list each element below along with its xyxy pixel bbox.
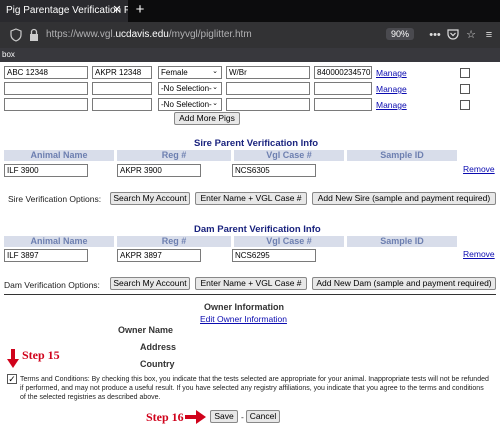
arrow-down-icon [7, 349, 19, 368]
pig-sex-select[interactable]: Female ⌄ [158, 66, 222, 79]
owner-name-label: Owner Name [118, 325, 174, 335]
sire-name-input[interactable]: ILF 3900 [4, 164, 88, 177]
pig-tag-input[interactable]: 840000234570 [314, 66, 372, 79]
owner-address-label: Address [140, 342, 177, 352]
tab-active[interactable]: Pig Parentage Verification Form ✕ [0, 0, 128, 22]
dam-col-reg: Reg # [117, 236, 231, 247]
dam-col-animal-name: Animal Name [4, 236, 114, 247]
owner-section-title: Owner Information [204, 302, 285, 312]
cancel-button[interactable]: Cancel [246, 410, 280, 423]
chevron-down-icon: ⌄ [212, 68, 218, 75]
pig-select-checkbox[interactable] [460, 84, 470, 94]
pig-id-input[interactable] [4, 98, 88, 111]
sire-section-title: Sire Parent Verification Info [194, 138, 319, 149]
step16-annotation: Step 16 [146, 410, 184, 424]
manage-link[interactable]: Manage [376, 84, 407, 94]
url-prefix: https://www.vgl. [46, 29, 116, 40]
section-divider [4, 294, 496, 295]
star-icon[interactable]: ☆ [464, 28, 478, 42]
terms-checkbox[interactable]: ✓ [7, 374, 17, 384]
arrow-right-icon [185, 410, 206, 424]
manage-link[interactable]: Manage [376, 100, 407, 110]
dam-case-input[interactable]: NCS6295 [232, 249, 316, 262]
dam-name-input[interactable]: ILF 3897 [4, 249, 88, 262]
close-icon[interactable]: ✕ [110, 3, 124, 17]
pig-tag-input[interactable] [314, 98, 372, 111]
pig-sex-value: Female [161, 68, 188, 77]
url-bar[interactable]: https://www.vgl.ucdavis.edu/myvgl/piglit… [46, 29, 252, 40]
sire-remove-link[interactable]: Remove [463, 164, 495, 174]
pig-color-input[interactable] [226, 82, 310, 95]
pig-sex-select[interactable]: -No Selection- ⌄ [158, 98, 222, 111]
pig-id-input[interactable] [4, 82, 88, 95]
zoom-level[interactable]: 90% [386, 28, 415, 40]
sire-col-sample: Sample ID [347, 150, 457, 161]
new-tab-icon[interactable]: + [132, 2, 148, 18]
sire-reg-input[interactable]: AKPR 3900 [117, 164, 201, 177]
pig-sex-select[interactable]: -No Selection- ⌄ [158, 82, 222, 95]
add-more-pigs-button[interactable]: Add More Pigs [174, 112, 240, 125]
dam-search-account-button[interactable]: Search My Account [110, 277, 190, 290]
lock-icon[interactable] [28, 28, 40, 42]
shield-icon[interactable] [10, 28, 22, 42]
menu-icon[interactable]: ≡ [482, 28, 496, 42]
dam-col-case: Vgl Case # [234, 236, 344, 247]
sire-enter-case-button[interactable]: Enter Name + VGL Case # [195, 192, 307, 205]
pig-sex-value: -No Selection- [161, 84, 212, 93]
sire-options-label: Sire Verification Options: [8, 194, 102, 204]
pocket-icon[interactable] [446, 28, 460, 42]
tab-bar: Pig Parentage Verification Form ✕ + [0, 0, 500, 22]
dam-col-sample: Sample ID [347, 236, 457, 247]
page-content: ABC 12348 AKPR 12348 Female ⌄ W/Br 840000… [0, 62, 500, 437]
dam-remove-link[interactable]: Remove [463, 249, 495, 259]
more-icon[interactable]: ••• [428, 28, 442, 42]
action-separator: - [241, 412, 244, 422]
owner-country-label: Country [140, 359, 175, 369]
terms-text: Terms and Conditions: By checking this b… [20, 376, 489, 401]
url-path: /myvgl/piglitter.htm [168, 29, 252, 40]
pig-select-checkbox[interactable] [460, 100, 470, 110]
sire-col-case: Vgl Case # [234, 150, 344, 161]
bookmark-item[interactable]: box [2, 50, 15, 59]
pig-reg-input[interactable] [92, 82, 152, 95]
edit-owner-link[interactable]: Edit Owner Information [200, 314, 287, 324]
dam-options-label: Dam Verification Options: [4, 280, 100, 290]
dam-enter-case-button[interactable]: Enter Name + VGL Case # [195, 277, 307, 290]
nav-bar: https://www.vgl.ucdavis.edu/myvgl/piglit… [0, 22, 500, 48]
pig-sex-value: -No Selection- [161, 100, 212, 109]
bookmarks-bar: box [0, 48, 500, 62]
pig-reg-input[interactable] [92, 98, 152, 111]
pig-reg-input[interactable]: AKPR 12348 [92, 66, 152, 79]
dam-reg-input[interactable]: AKPR 3897 [117, 249, 201, 262]
pig-tag-input[interactable] [314, 82, 372, 95]
sire-search-account-button[interactable]: Search My Account [110, 192, 190, 205]
save-button[interactable]: Save [210, 410, 238, 423]
pig-color-input[interactable]: W/Br [226, 66, 310, 79]
pig-select-checkbox[interactable] [460, 68, 470, 78]
manage-link[interactable]: Manage [376, 68, 407, 78]
pig-id-input[interactable]: ABC 12348 [4, 66, 88, 79]
add-new-sire-button[interactable]: Add New Sire (sample and payment require… [312, 192, 496, 205]
chevron-down-icon: ⌄ [212, 100, 218, 107]
add-new-dam-button[interactable]: Add New Dam (sample and payment required… [312, 277, 496, 290]
sire-case-input[interactable]: NCS6305 [232, 164, 316, 177]
sire-col-reg: Reg # [117, 150, 231, 161]
dam-section-title: Dam Parent Verification Info [194, 224, 321, 235]
chevron-down-icon: ⌄ [212, 84, 218, 91]
url-domain: ucdavis.edu [115, 29, 169, 40]
pig-color-input[interactable] [226, 98, 310, 111]
step15-annotation: Step 15 [22, 348, 60, 362]
sire-col-animal-name: Animal Name [4, 150, 114, 161]
